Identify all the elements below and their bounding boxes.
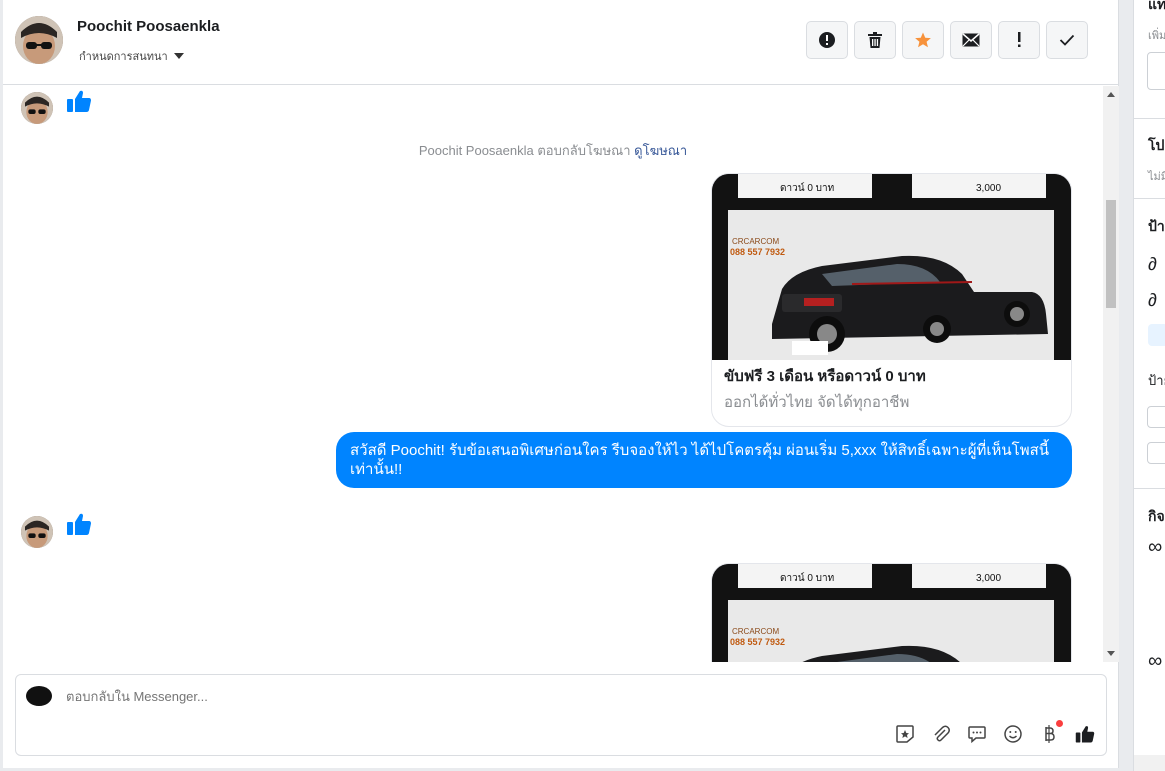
conversation-header: Poochit Poosaenkla กำหนดการสนทนา — [3, 0, 1119, 85]
sidebar-horizontal-scrollbar[interactable] — [1134, 755, 1165, 771]
contact-avatar-small — [21, 92, 53, 124]
infinity-icon: ∞ — [1148, 536, 1163, 558]
infinity-icon: ∞ — [1148, 650, 1163, 672]
sidebar-divider — [1134, 118, 1165, 119]
ad-subtitle: ออกได้ทั่วไทย จัดได้ทุกอาชีพ — [724, 394, 910, 411]
mark-unread-button[interactable] — [950, 21, 992, 59]
attachment-icon — [934, 725, 950, 742]
attachment-button[interactable] — [930, 723, 952, 745]
sidebar-label-item[interactable]: ∂ — [1148, 254, 1157, 275]
ad-tag-left: ดาวน์ 0 บาท — [780, 182, 834, 194]
like-icon — [1075, 726, 1095, 743]
sidebar-heading-tags: แท — [1148, 0, 1165, 12]
saved-reply-icon — [968, 726, 986, 744]
outgoing-message-bubble[interactable]: สวัสดี Poochit! รับข้อเสนอพิเศษก่อนใคร ร… — [336, 432, 1072, 488]
sidebar-checkbox[interactable] — [1147, 406, 1165, 428]
ad-brand: CRCARCOM — [732, 237, 779, 246]
contact-info-sidebar: แท เพิ่ม โป ไม่มี ป้า ∂ ∂ ป้าย กิจ ∞ ∞ — [1133, 0, 1165, 771]
scroll-thumb[interactable] — [1106, 200, 1116, 308]
sidebar-divider — [1134, 198, 1165, 199]
message-scrollbar[interactable] — [1103, 86, 1119, 662]
message-composer — [15, 674, 1107, 756]
payment-button[interactable] — [1038, 720, 1063, 745]
ad-tag-left: ดาวน์ 0 บาท — [780, 572, 834, 584]
notification-dot — [1056, 720, 1063, 727]
ad-brand: CRCARCOM — [732, 627, 779, 636]
saved-replies-button[interactable] — [966, 723, 988, 745]
follow-up-button[interactable] — [998, 21, 1040, 59]
ad-reply-notice: Poochit Poosaenkla ตอบกลับโฆษณา ดูโฆษณา — [3, 140, 1103, 161]
envelope-icon — [962, 33, 980, 47]
sidebar-checkbox[interactable] — [1147, 442, 1165, 464]
star-icon — [915, 32, 931, 48]
sidebar-divider — [1134, 488, 1165, 489]
reply-input[interactable] — [66, 689, 866, 704]
header-actions — [806, 21, 1088, 59]
ad-card[interactable]: ดาวน์ 0 บาท 3,000 CRCARCOM 088 557 7932 — [711, 563, 1072, 662]
ad-phone: 088 557 7932 — [730, 637, 785, 647]
sticker-icon — [896, 725, 914, 743]
send-like-button[interactable] — [1074, 723, 1096, 745]
emoji-icon — [1004, 725, 1022, 743]
contact-avatar[interactable] — [15, 16, 63, 64]
ad-card[interactable]: ดาวน์ 0 บาท 3,000 CRCARCOM 088 557 7932 — [711, 173, 1072, 427]
assign-conversation-dropdown[interactable]: กำหนดการสนทนา — [79, 47, 184, 65]
sidebar-heading-labels: ป้า — [1148, 218, 1165, 234]
scroll-up-arrow-icon[interactable] — [1107, 92, 1115, 97]
exclamation-icon — [1018, 32, 1021, 47]
sidebar-heading-notes: โป — [1148, 137, 1165, 153]
ad-tag-right: 3,000 — [976, 573, 1001, 584]
ad-reply-notice-text: Poochit Poosaenkla ตอบกลับโฆษณา — [418, 143, 631, 158]
star-button[interactable] — [902, 21, 944, 59]
payment-icon — [1045, 725, 1055, 743]
page-avatar — [26, 686, 52, 706]
ad-title: ขับฟรี 3 เดือน หรือดาวน์ 0 บาท — [724, 368, 926, 385]
assign-label: กำหนดการสนทนา — [79, 51, 168, 63]
ad-image[interactable]: ดาวน์ 0 บาท 3,000 CRCARCOM 088 557 7932 — [712, 564, 1071, 662]
sidebar-labels-sub: ป้าย — [1148, 373, 1165, 388]
contact-avatar-small — [21, 516, 53, 548]
thumbs-up-icon — [67, 90, 91, 112]
composer-tools — [894, 720, 1096, 745]
ad-phone: 088 557 7932 — [730, 247, 785, 257]
sidebar-notes-empty: ไม่มี — [1148, 171, 1165, 183]
conversation-panel: Poochit Poosaenkla กำหนดการสนทนา Poochit… — [3, 0, 1119, 768]
ad-image[interactable]: ดาวน์ 0 บาท 3,000 CRCARCOM 088 557 7932 — [712, 174, 1071, 360]
trash-icon — [868, 32, 882, 48]
delete-button[interactable] — [854, 21, 896, 59]
sidebar-heading-activity: กิจ — [1148, 508, 1165, 524]
emoji-button[interactable] — [1002, 723, 1024, 745]
sidebar-label-item[interactable]: ∂ — [1148, 290, 1157, 311]
message-list[interactable]: Poochit Poosaenkla ตอบกลับโฆษณา ดูโฆษณา … — [3, 86, 1103, 662]
alert-circle-icon — [819, 32, 835, 48]
inbox-app: Poochit Poosaenkla กำหนดการสนทนา Poochit… — [0, 0, 1165, 771]
sticker-button[interactable] — [894, 723, 916, 745]
check-icon — [1059, 34, 1075, 46]
spam-button[interactable] — [806, 21, 848, 59]
mark-done-button[interactable] — [1046, 21, 1088, 59]
thumbs-up-icon — [67, 513, 91, 535]
sidebar-label-selected[interactable] — [1148, 324, 1165, 346]
view-ad-link[interactable]: ดูโฆษณา — [634, 143, 687, 158]
ad-tag-right: 3,000 — [976, 183, 1001, 194]
sidebar-input-box[interactable] — [1147, 52, 1165, 90]
scroll-down-arrow-icon[interactable] — [1107, 651, 1115, 656]
sidebar-add-text[interactable]: เพิ่ม — [1148, 26, 1165, 44]
contact-name[interactable]: Poochit Poosaenkla — [77, 18, 220, 35]
caret-down-icon — [173, 53, 184, 59]
